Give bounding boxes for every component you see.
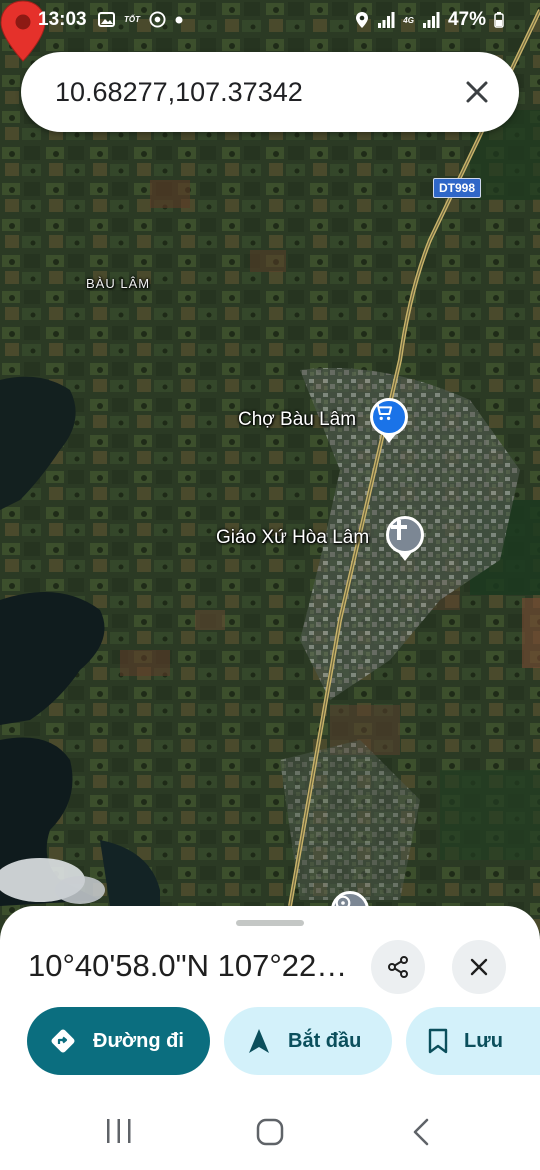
start-navigation-button[interactable]: Bắt đầu: [224, 1007, 392, 1075]
chrome-icon: [149, 11, 166, 28]
home-icon[interactable]: [256, 1118, 284, 1146]
road-shield: DT998: [433, 178, 482, 198]
save-label: Lưu: [464, 1029, 503, 1052]
poi-church-marker[interactable]: [386, 516, 424, 561]
poi-church-label[interactable]: Giáo Xứ Hòa Lâm: [216, 527, 369, 549]
bookmark-icon: [428, 1028, 448, 1054]
close-icon: [470, 958, 488, 976]
back-icon[interactable]: [410, 1117, 432, 1147]
network-type: 4G: [403, 15, 414, 25]
area-label: BÀU LÂM: [86, 276, 151, 291]
status-time: 13:03: [38, 9, 87, 30]
system-nav-bar: [0, 1094, 540, 1170]
system-status: 4G 47%: [355, 9, 504, 31]
gallery-icon: [98, 12, 115, 27]
dot-icon: [175, 16, 183, 23]
share-button[interactable]: [371, 940, 425, 994]
poi-market-marker[interactable]: [370, 398, 408, 443]
signal-icon: [378, 12, 395, 28]
navigation-arrow-icon: [249, 1029, 269, 1053]
battery-percent: 47%: [447, 9, 486, 30]
search-clear-button[interactable]: [457, 72, 497, 112]
battery-icon: [494, 12, 504, 28]
save-button[interactable]: Lưu: [406, 1007, 540, 1075]
coordinates-title: 10°40'58.0"N 107°22'24.3"E: [28, 948, 348, 983]
signal-icon-2: [422, 12, 440, 28]
directions-icon: [51, 1029, 75, 1053]
drag-handle[interactable]: [236, 920, 304, 926]
close-sheet-button[interactable]: [452, 940, 506, 994]
directions-label: Đường đi: [93, 1029, 184, 1052]
poi-market-label[interactable]: Chợ Bàu Lâm: [238, 409, 356, 431]
status-bar: 13:03 TỐT 4G 47%: [0, 0, 540, 40]
location-icon: [356, 12, 369, 28]
search-bar[interactable]: 10.68277,107.37342: [21, 52, 519, 132]
start-label: Bắt đầu: [288, 1029, 362, 1052]
directions-button[interactable]: Đường đi: [27, 1007, 210, 1075]
carrier-badge: TỐT: [124, 15, 140, 24]
search-query[interactable]: 10.68277,107.37342: [55, 77, 303, 108]
recents-icon[interactable]: [104, 1118, 134, 1144]
notification-icons: TỐT: [98, 11, 183, 28]
close-icon: [466, 81, 488, 103]
cross-icon: [391, 520, 407, 540]
share-icon: [388, 956, 408, 978]
shopping-cart-icon: [375, 403, 393, 421]
